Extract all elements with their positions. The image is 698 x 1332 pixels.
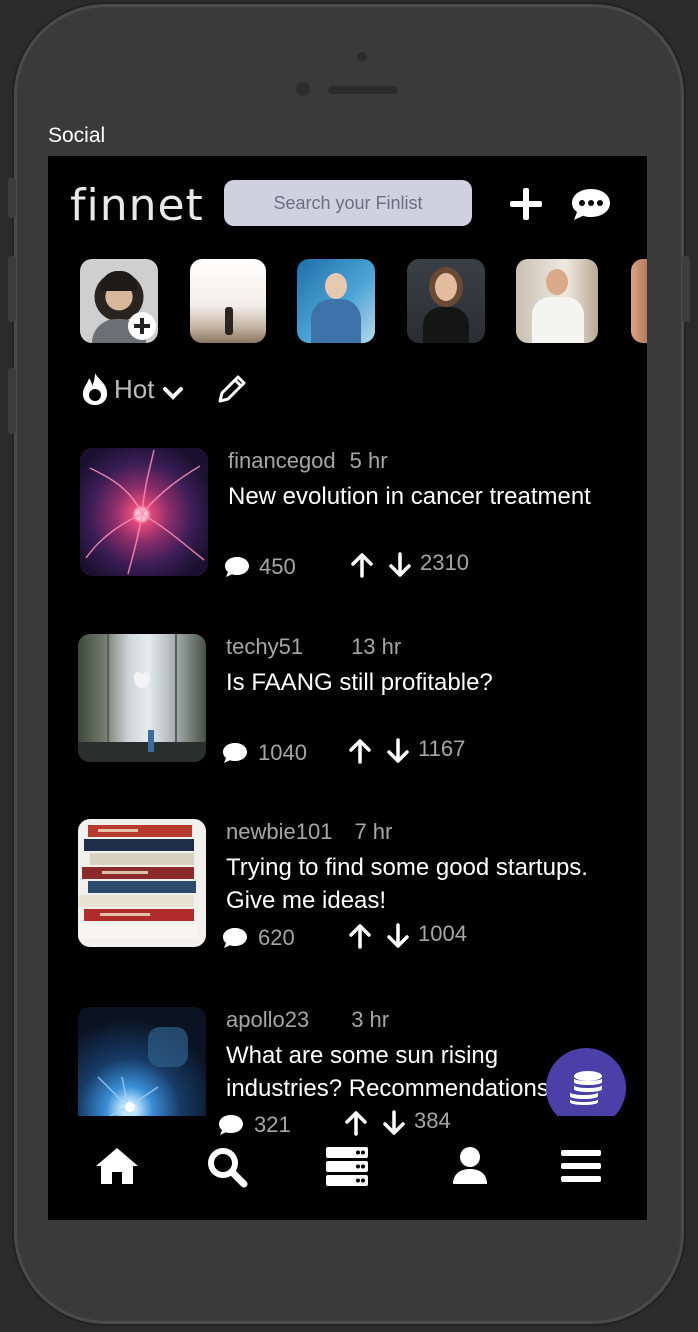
mute-switch	[8, 178, 16, 218]
plus-icon	[510, 188, 542, 220]
volume-up-button	[8, 256, 16, 322]
story-item[interactable]	[631, 259, 647, 343]
power-button	[682, 256, 690, 322]
vote-count: 1167	[418, 736, 466, 761]
post-thumbnail	[80, 448, 208, 576]
comment-count: 620	[258, 925, 295, 950]
story-face	[325, 273, 347, 299]
story-dress	[423, 307, 469, 343]
downvote-icon[interactable]	[388, 552, 412, 578]
home-icon[interactable]	[94, 1146, 140, 1186]
plasma-art	[85, 449, 205, 575]
post-item[interactable]: techy51 13 hr Is FAANG still profitable? …	[78, 634, 638, 774]
menu-icon[interactable]	[560, 1148, 602, 1184]
story-avatar-hair	[101, 271, 137, 291]
post-title[interactable]: Trying to find some good startups. Give …	[226, 851, 636, 917]
chevron-down-icon	[163, 387, 184, 400]
story-face	[546, 269, 568, 295]
search-icon[interactable]	[206, 1146, 248, 1188]
coins-stack-icon	[570, 1071, 602, 1105]
user-icon[interactable]	[450, 1146, 490, 1186]
post-thumbnail	[78, 634, 206, 762]
post-time: 7 hr	[354, 819, 393, 844]
front-sensor	[357, 52, 367, 62]
comment-icon[interactable]	[222, 927, 248, 949]
post-title[interactable]: New evolution in cancer treatment	[228, 480, 638, 513]
downvote-icon[interactable]	[386, 923, 410, 949]
story-item[interactable]	[190, 259, 266, 343]
vote-count: 2310	[420, 550, 469, 575]
post-author[interactable]: apollo23	[226, 1007, 309, 1032]
post-meta: apollo23 3 hr	[226, 1007, 389, 1033]
post-author[interactable]: techy51	[226, 634, 303, 659]
upvote-icon[interactable]	[344, 1110, 368, 1136]
post-meta: financegod 5 hr	[228, 448, 388, 474]
app-logo: finnet	[70, 180, 204, 231]
comment-count: 321	[254, 1112, 291, 1137]
sort-dropdown[interactable]: Hot	[80, 372, 248, 406]
sort-label: Hot	[114, 373, 155, 404]
comment-icon[interactable]	[222, 742, 248, 764]
upvote-icon[interactable]	[348, 738, 372, 764]
post-meta: newbie101 7 hr	[226, 819, 392, 845]
post-stats: 321 384	[218, 1108, 518, 1140]
device-label: Social	[48, 124, 106, 147]
comment-count: 450	[259, 554, 296, 579]
post-item[interactable]: newbie101 7 hr Trying to find some good s…	[78, 819, 638, 959]
post-time: 13 hr	[351, 634, 402, 659]
post-stats: 1040 1167	[222, 736, 522, 768]
post-time: 3 hr	[351, 1007, 390, 1032]
search-input[interactable]	[224, 180, 472, 226]
post-stats: 450 2310	[224, 550, 524, 582]
downvote-icon[interactable]	[382, 1110, 406, 1136]
chat-bubble-icon	[572, 189, 610, 220]
post-meta: techy51 13 hr	[226, 634, 401, 660]
earpiece-speaker	[328, 86, 398, 94]
post-time: 5 hr	[349, 448, 388, 473]
front-camera	[296, 82, 310, 96]
post-title[interactable]: Is FAANG still profitable?	[226, 666, 636, 699]
upvote-icon[interactable]	[350, 552, 374, 578]
vote-count: 1004	[418, 921, 467, 946]
bottom-nav: 321 384	[48, 1108, 647, 1220]
story-my[interactable]	[80, 259, 158, 343]
comment-icon[interactable]	[224, 556, 250, 578]
new-post-button[interactable]	[508, 186, 544, 227]
post-author[interactable]: financegod	[228, 448, 336, 473]
comment-count: 1040	[258, 740, 307, 765]
story-face	[435, 273, 457, 301]
story-item[interactable]	[297, 259, 375, 343]
pencil-icon[interactable]	[216, 373, 248, 405]
downvote-icon[interactable]	[386, 738, 410, 764]
server-icon[interactable]	[324, 1146, 370, 1188]
story-item[interactable]	[407, 259, 485, 343]
vote-count: 384	[414, 1108, 451, 1133]
post-stats: 620 1004	[222, 921, 522, 953]
books-art	[78, 825, 198, 939]
messages-button[interactable]	[570, 186, 612, 227]
store-art	[78, 634, 206, 762]
add-story-icon[interactable]	[127, 311, 157, 341]
stories-row	[80, 259, 647, 345]
story-item[interactable]	[516, 259, 598, 343]
story-jacket	[311, 299, 361, 343]
upvote-icon[interactable]	[348, 923, 372, 949]
comment-icon[interactable]	[218, 1114, 244, 1136]
post-author[interactable]: newbie101	[226, 819, 332, 844]
story-shirt	[532, 297, 584, 343]
app-screen: finnet Search your Finlist Hot financego…	[48, 156, 647, 1220]
post-item[interactable]: financegod 5 hr New evolution in cancer t…	[80, 448, 640, 588]
story-figure	[225, 307, 233, 335]
flame-icon	[82, 373, 108, 405]
volume-down-button	[8, 368, 16, 434]
post-thumbnail	[78, 819, 206, 947]
